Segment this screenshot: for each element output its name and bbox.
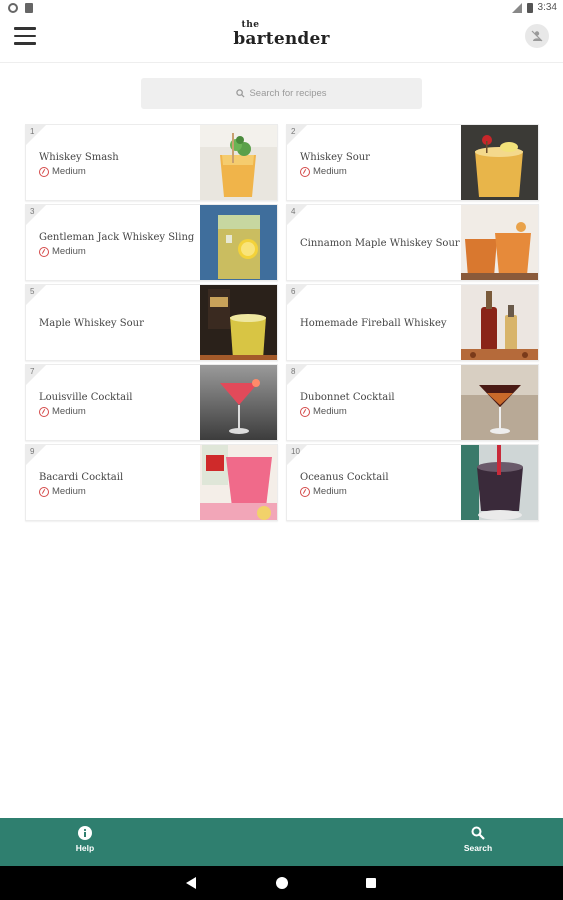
recipe-card[interactable]: 3 Gentleman Jack Whiskey Sling Medium [25,204,278,281]
cinnamon-maple-sour-photo [461,205,538,280]
recipe-title: Cinnamon Maple Whiskey Sour [300,238,460,249]
recipe-number: 3 [30,207,35,216]
battery-icon [526,2,533,13]
recipe-number: 7 [30,367,35,376]
gentleman-jack-sling-photo [200,205,277,280]
recipe-title: Maple Whiskey Sour [39,318,144,329]
recipe-number: 9 [30,447,35,456]
recipe-difficulty: Medium [39,406,199,417]
recipe-number: 6 [291,287,296,296]
recipe-card[interactable]: 5 Maple Whiskey Sour [25,284,278,361]
recipe-title: Dubonnet Cocktail [300,392,395,403]
recipe-title: Oceanus Cocktail [300,472,389,483]
app-header: the bartender [0,17,563,63]
recipe-grid: 1 Whiskey Smash Medium 2 Whiskey Sour Me… [25,124,539,521]
difficulty-label: Medium [313,166,347,177]
recipe-info: Whiskey Smash Medium [39,125,199,200]
help-nav-button[interactable]: Help [55,826,115,853]
recipe-number: 1 [30,127,35,136]
recipe-number: 5 [30,287,35,296]
recipe-card[interactable]: 7 Louisville Cocktail Medium [25,364,278,441]
settings-dot-icon [8,3,18,13]
whiskey-smash-photo [200,125,277,200]
app-logo: the bartender [0,21,563,49]
maple-whiskey-sour-photo [200,285,277,360]
difficulty-label: Medium [52,406,86,417]
logo-main-text: bartender [233,29,330,49]
difficulty-icon [300,166,310,177]
recipe-difficulty: Medium [39,246,199,257]
recipe-title: Louisville Cocktail [39,392,133,403]
status-bar: 3:34 [0,0,563,17]
difficulty-icon [300,406,310,417]
difficulty-icon [39,246,49,257]
recipe-difficulty: Medium [300,486,460,497]
home-icon[interactable] [276,877,288,889]
difficulty-icon [300,486,310,497]
oceanus-cocktail-photo [461,445,538,520]
search-icon [471,826,485,840]
recipe-title: Bacardi Cocktail [39,472,124,483]
recipe-info: Gentleman Jack Whiskey Sling Medium [39,205,199,280]
search-nav-label: Search [463,843,493,853]
recipe-title: Whiskey Smash [39,152,119,163]
recipe-info: Whiskey Sour Medium [300,125,460,200]
recipe-card[interactable]: 8 Dubonnet Cocktail Medium [286,364,539,441]
recipe-title: Whiskey Sour [300,152,370,163]
signal-icon [511,2,522,13]
difficulty-label: Medium [313,406,347,417]
status-time: 3:34 [537,2,557,13]
help-nav-label: Help [75,843,95,853]
difficulty-icon [39,406,49,417]
dubonnet-cocktail-photo [461,365,538,440]
whiskey-sour-photo [461,125,538,200]
difficulty-icon [39,486,49,497]
search-nav-button[interactable]: Search [448,826,508,853]
recipe-card[interactable]: 9 Bacardi Cocktail Medium [25,444,278,521]
recipe-info: Oceanus Cocktail Medium [300,445,460,520]
difficulty-label: Medium [313,486,347,497]
recipe-card[interactable]: 1 Whiskey Smash Medium [25,124,278,201]
recipe-difficulty: Medium [300,406,460,417]
difficulty-label: Medium [52,246,86,257]
search-icon [236,89,245,98]
recipe-card[interactable]: 10 Oceanus Cocktail Medium [286,444,539,521]
bacardi-cocktail-photo [200,445,277,520]
recipe-number: 10 [291,447,300,456]
recipe-info: Cinnamon Maple Whiskey Sour [300,205,460,280]
recipe-card[interactable]: 6 Homemade Fireball Whiskey [286,284,539,361]
recipe-info: Homemade Fireball Whiskey [300,285,460,360]
recipe-info: Maple Whiskey Sour [39,285,199,360]
profile-glyph-icon [531,30,543,42]
recents-icon[interactable] [366,878,376,888]
status-bar-right: 3:34 [511,2,557,13]
recipe-card[interactable]: 2 Whiskey Sour Medium [286,124,539,201]
difficulty-icon [39,166,49,177]
recipe-number: 8 [291,367,296,376]
back-icon[interactable] [186,877,196,889]
difficulty-label: Medium [52,486,86,497]
info-icon [78,826,92,840]
sd-card-icon [25,3,33,13]
homemade-fireball-photo [461,285,538,360]
recipe-info: Dubonnet Cocktail Medium [300,365,460,440]
recipe-difficulty: Medium [300,166,460,177]
recipe-info: Bacardi Cocktail Medium [39,445,199,520]
recipe-card[interactable]: 4 Cinnamon Maple Whiskey Sour [286,204,539,281]
recipe-number: 4 [291,207,296,216]
status-bar-left [8,3,33,13]
recipe-number: 2 [291,127,296,136]
difficulty-label: Medium [52,166,86,177]
search-placeholder: Search for recipes [249,88,327,99]
recipe-difficulty: Medium [39,486,199,497]
profile-icon[interactable] [525,24,549,48]
search-input[interactable]: Search for recipes [141,78,422,109]
recipe-difficulty: Medium [39,166,199,177]
bottom-navigation: Help Search [0,818,563,866]
recipe-info: Louisville Cocktail Medium [39,365,199,440]
louisville-cocktail-photo [200,365,277,440]
recipe-title: Homemade Fireball Whiskey [300,318,447,329]
system-navigation-bar [0,866,563,900]
recipe-title: Gentleman Jack Whiskey Sling [39,232,195,243]
